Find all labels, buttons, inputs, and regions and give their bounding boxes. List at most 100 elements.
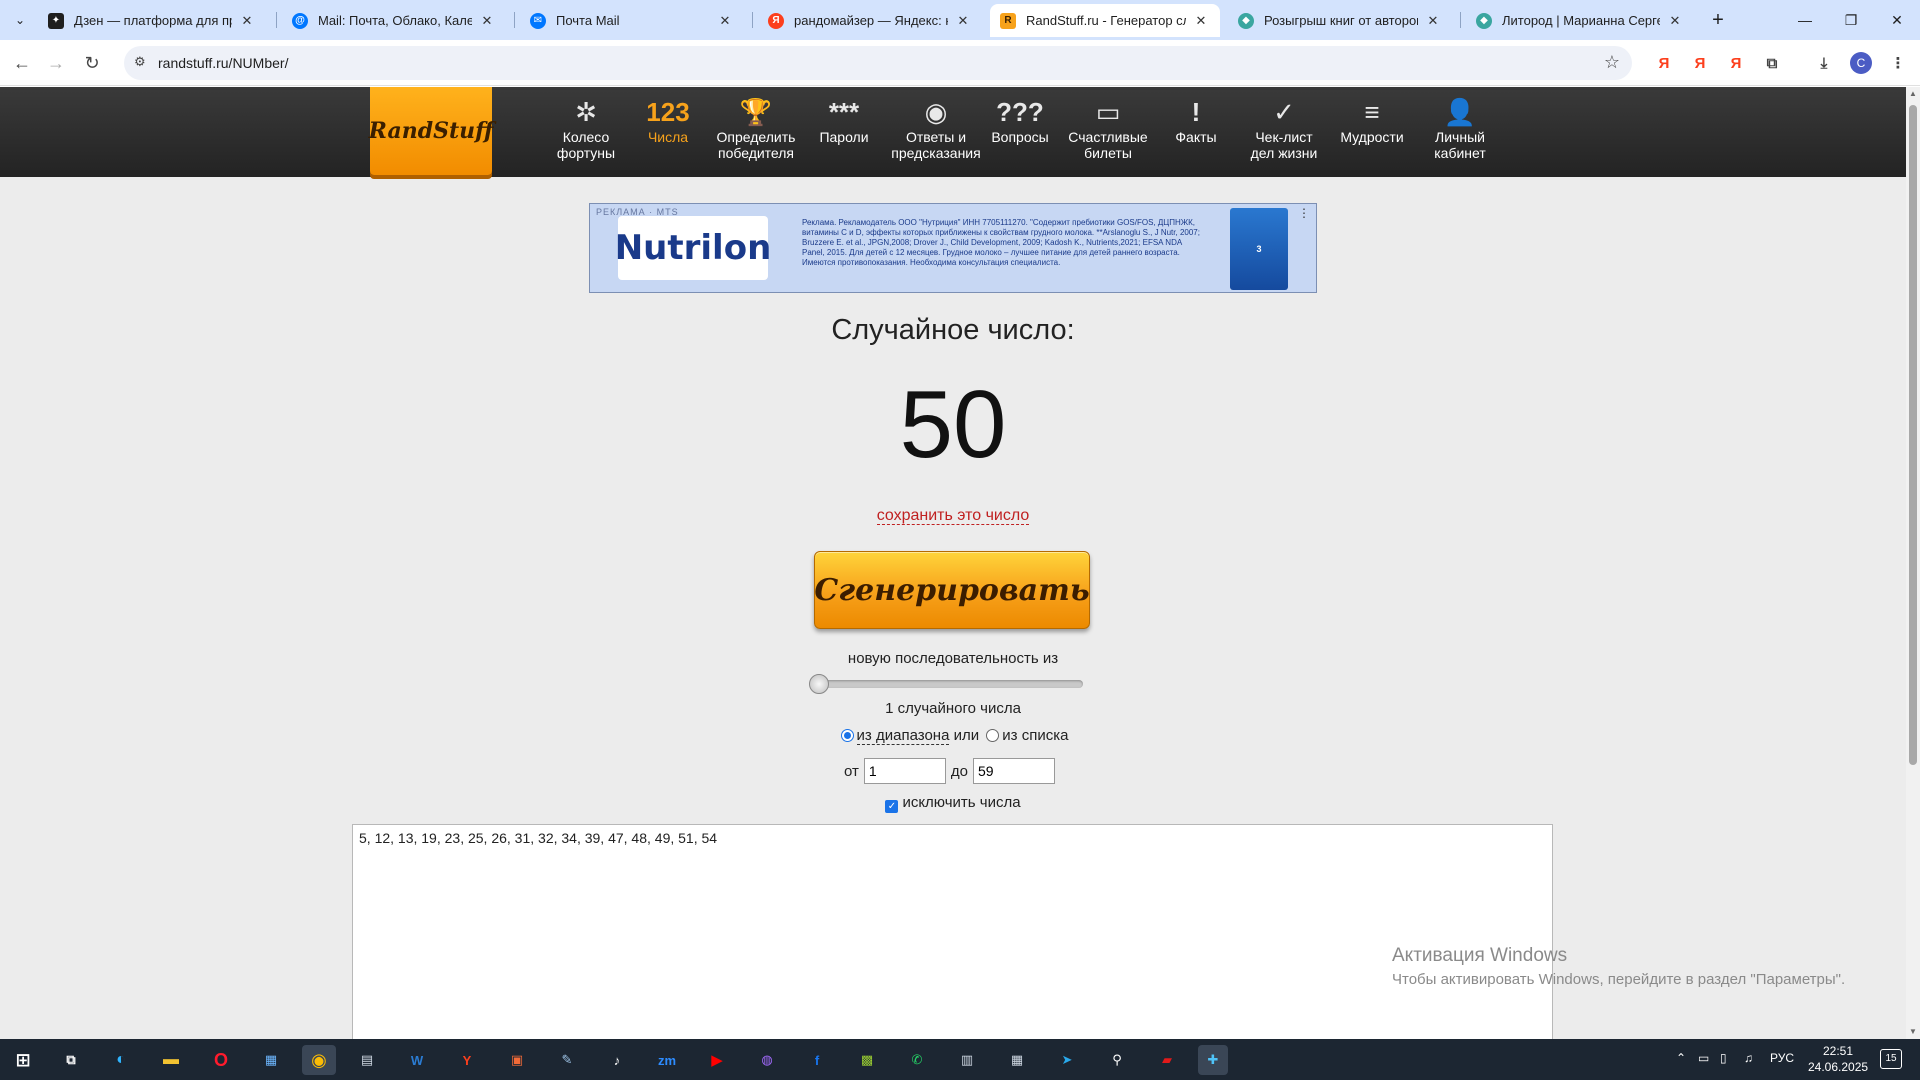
maps-pin-icon[interactable]: ⚲ [1102, 1045, 1132, 1075]
close-window-icon[interactable]: ✕ [1874, 0, 1920, 40]
task-view-icon[interactable]: ⧉ [56, 1045, 86, 1075]
radio-from-range[interactable] [840, 729, 854, 742]
youtube-icon[interactable]: ▶ [702, 1045, 732, 1075]
menu-account[interactable]: 👤 Личный кабинет [1414, 95, 1506, 171]
tab-yandex-search[interactable]: Я рандомайзер — Яндекс: нашл ✕ [758, 4, 982, 37]
reload-icon[interactable]: ↻ [76, 47, 108, 79]
range-from-input[interactable] [863, 758, 946, 784]
tab-close-icon[interactable]: ✕ [238, 13, 256, 29]
system-clock[interactable]: 22:51 24.06.2025 [1808, 1043, 1868, 1075]
back-icon[interactable]: ← [6, 47, 38, 79]
edge-icon[interactable]: ◐ [106, 1045, 136, 1075]
count-slider[interactable] [809, 674, 1083, 694]
word-icon[interactable]: W [402, 1045, 432, 1075]
save-number-link[interactable]: сохранить это число [876, 507, 1030, 525]
browser-menu-icon[interactable]: ⋮ [1886, 51, 1910, 75]
opera-icon[interactable]: O [206, 1045, 236, 1075]
tab-litorod[interactable]: ◆ Литород | Марианна Сергеев ✕ [1466, 4, 1694, 37]
notepad-icon[interactable]: ▤ [352, 1045, 382, 1075]
whatsapp-icon[interactable]: ✆ [902, 1045, 932, 1075]
extensions-puzzle-icon[interactable]: ⧉ [1760, 51, 1784, 75]
page-scrollbar[interactable]: ▲ ▼ [1906, 87, 1920, 1039]
tray-device-icon[interactable]: ▭ [1698, 1051, 1709, 1065]
language-indicator[interactable]: РУС [1770, 1051, 1794, 1065]
restore-icon[interactable]: ❐ [1828, 0, 1874, 40]
minimize-icon[interactable]: — [1782, 0, 1828, 40]
menu-facts[interactable]: ! Факты [1150, 95, 1242, 171]
facebook-icon[interactable]: f [802, 1045, 832, 1075]
menu-wheel-of-fortune[interactable]: ✲ Колесо фортуны [540, 95, 632, 171]
exclamation-icon: ! [1191, 97, 1201, 127]
tab-close-icon[interactable]: ✕ [1192, 13, 1210, 29]
volume-icon[interactable]: ♫ [1744, 1051, 1753, 1065]
url-text[interactable]: randstuff.ru/NUMber/ [158, 55, 288, 71]
store-icon[interactable]: ▦ [256, 1045, 286, 1075]
file-explorer-icon[interactable]: ▬ [156, 1045, 186, 1075]
menu-passwords[interactable]: *** Пароли [798, 95, 890, 171]
tray-chevron-icon[interactable]: ⌃ [1676, 1051, 1686, 1065]
tiktok-icon[interactable]: ♪ [602, 1045, 632, 1075]
site-settings-icon[interactable]: ⚙ [134, 54, 152, 72]
app-icon[interactable]: ▣ [502, 1045, 532, 1075]
app-blue-icon[interactable]: ✚ [1198, 1045, 1228, 1075]
bookmark-star-icon[interactable]: ☆ [1604, 52, 1620, 73]
telegram-icon[interactable]: ➤ [1052, 1045, 1082, 1075]
menu-winner[interactable]: 🏆 Определить победителя [710, 95, 802, 171]
calculator-icon[interactable]: ▦ [1002, 1045, 1032, 1075]
zoom-icon[interactable]: zm [652, 1045, 682, 1075]
excluded-numbers-textarea[interactable]: 5, 12, 13, 19, 23, 25, 26, 31, 32, 34, 3… [352, 824, 1553, 1039]
menu-answers[interactable]: ◉ Ответы и предсказания [886, 95, 986, 171]
yandex-browser-icon[interactable]: Y [452, 1045, 482, 1075]
network-icon[interactable]: ▯ [1720, 1051, 1727, 1065]
scroll-down-icon[interactable]: ▼ [1908, 1027, 1918, 1037]
new-tab-icon[interactable]: + [1704, 6, 1732, 34]
tab-mail[interactable]: ✉ Почта Mail ✕ [520, 4, 744, 37]
numbers-icon: 123 [646, 97, 690, 127]
yandex-extension-icon[interactable]: Я [1688, 51, 1712, 75]
tab-close-icon[interactable]: ✕ [1424, 13, 1442, 29]
tab-close-icon[interactable]: ✕ [478, 13, 496, 29]
from-range-label[interactable]: из диапазона [856, 727, 950, 745]
tab-search-icon[interactable]: ⌄ [6, 8, 34, 32]
scrollbar-thumb[interactable] [1909, 105, 1917, 765]
mail-at-icon: @ [292, 12, 308, 29]
site-logo[interactable]: RandStuff [369, 87, 493, 175]
exclude-label[interactable]: исключить числа [902, 794, 1020, 811]
slider-handle[interactable] [809, 674, 829, 694]
tab-close-icon[interactable]: ✕ [716, 13, 734, 29]
address-bar[interactable]: ⚙ randstuff.ru/NUMber/ ☆ [124, 46, 1632, 80]
menu-checklist[interactable]: ✓ Чек-лист дел жизни [1238, 95, 1330, 171]
chrome-icon[interactable]: ◉ [302, 1045, 336, 1075]
yandex-extension-icon[interactable]: Я [1652, 51, 1676, 75]
range-to-input[interactable] [973, 758, 1055, 784]
menu-wisdom[interactable]: ≡ Мудрости [1326, 95, 1418, 171]
forward-icon[interactable]: → [40, 47, 72, 79]
media-icon[interactable]: ▥ [952, 1045, 982, 1075]
profile-avatar[interactable]: С [1850, 52, 1872, 74]
tab-close-icon[interactable]: ✕ [1666, 13, 1684, 29]
download-icon[interactable]: ⤓ [1812, 51, 1836, 75]
wheel-icon: ✲ [575, 97, 597, 127]
radio-from-list[interactable] [986, 729, 1000, 742]
yandex-extension-icon[interactable]: Я [1724, 51, 1748, 75]
generate-button[interactable]: Сгенерировать [814, 551, 1090, 629]
ad-banner[interactable]: РЕКЛАМА · MTS Nutrilon Реклама. Рекламод… [589, 203, 1317, 293]
game-icon[interactable]: ▩ [852, 1045, 882, 1075]
exclude-checkbox[interactable]: ✓ [885, 800, 899, 813]
menu-lucky-tickets[interactable]: ▭ Счастливые билеты [1062, 95, 1154, 171]
tab-dzen[interactable]: ✦ Дзен — платформа для просм ✕ [38, 4, 266, 37]
tab-litres-giveaway[interactable]: ◆ Розыгрыш книг от авторов Ли ✕ [1228, 4, 1452, 37]
app-circle-icon[interactable]: ◍ [752, 1045, 782, 1075]
menu-numbers[interactable]: 123 Числа [622, 95, 714, 171]
notifications-icon[interactable]: 15 [1880, 1049, 1902, 1069]
scroll-up-icon[interactable]: ▲ [1908, 89, 1918, 99]
menu-questions[interactable]: ??? Вопросы [974, 95, 1066, 171]
paint-icon[interactable]: ✎ [552, 1045, 582, 1075]
windows-start-icon[interactable]: ⊞ [8, 1045, 38, 1075]
ad-menu-icon[interactable]: ⋮ [1296, 206, 1312, 222]
tab-randstuff[interactable]: R RandStuff.ru - Генератор случа ✕ [990, 4, 1220, 37]
tab-close-icon[interactable]: ✕ [954, 13, 972, 29]
from-list-label[interactable]: из списка [1002, 727, 1068, 744]
tab-mail-cloud[interactable]: @ Mail: Почта, Облако, Календар ✕ [282, 4, 506, 37]
rzd-icon[interactable]: ▰ [1152, 1045, 1182, 1075]
